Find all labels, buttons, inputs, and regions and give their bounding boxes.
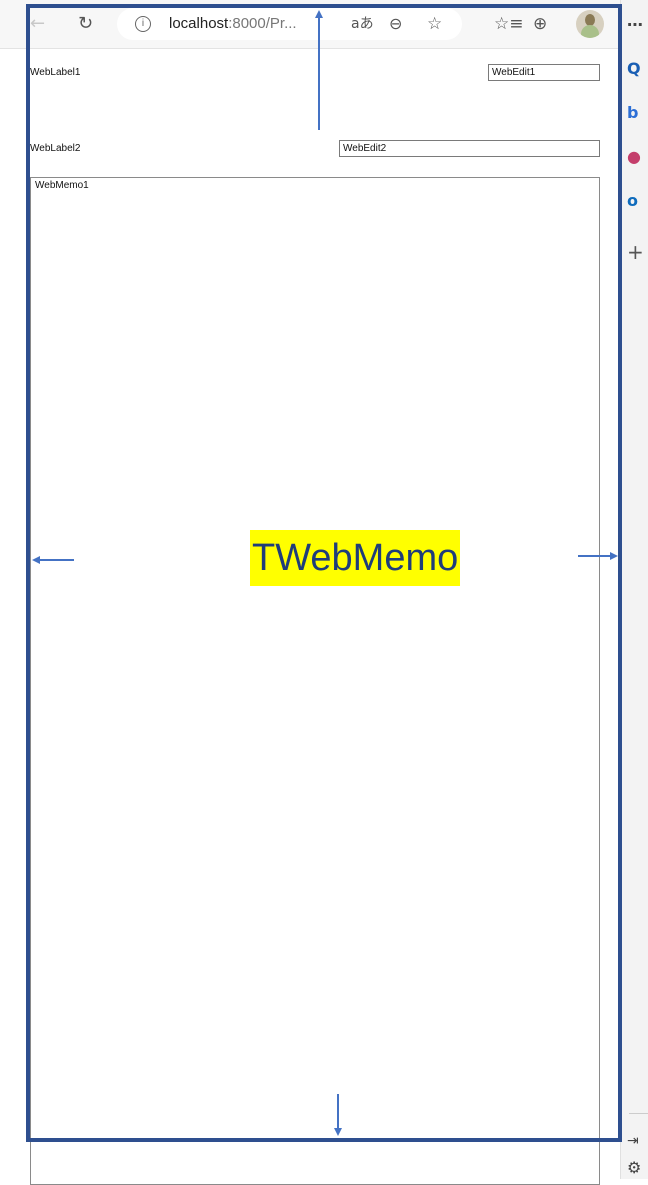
annotation-arrows (32, 10, 618, 1136)
component-title: TWebMemo (250, 530, 461, 586)
